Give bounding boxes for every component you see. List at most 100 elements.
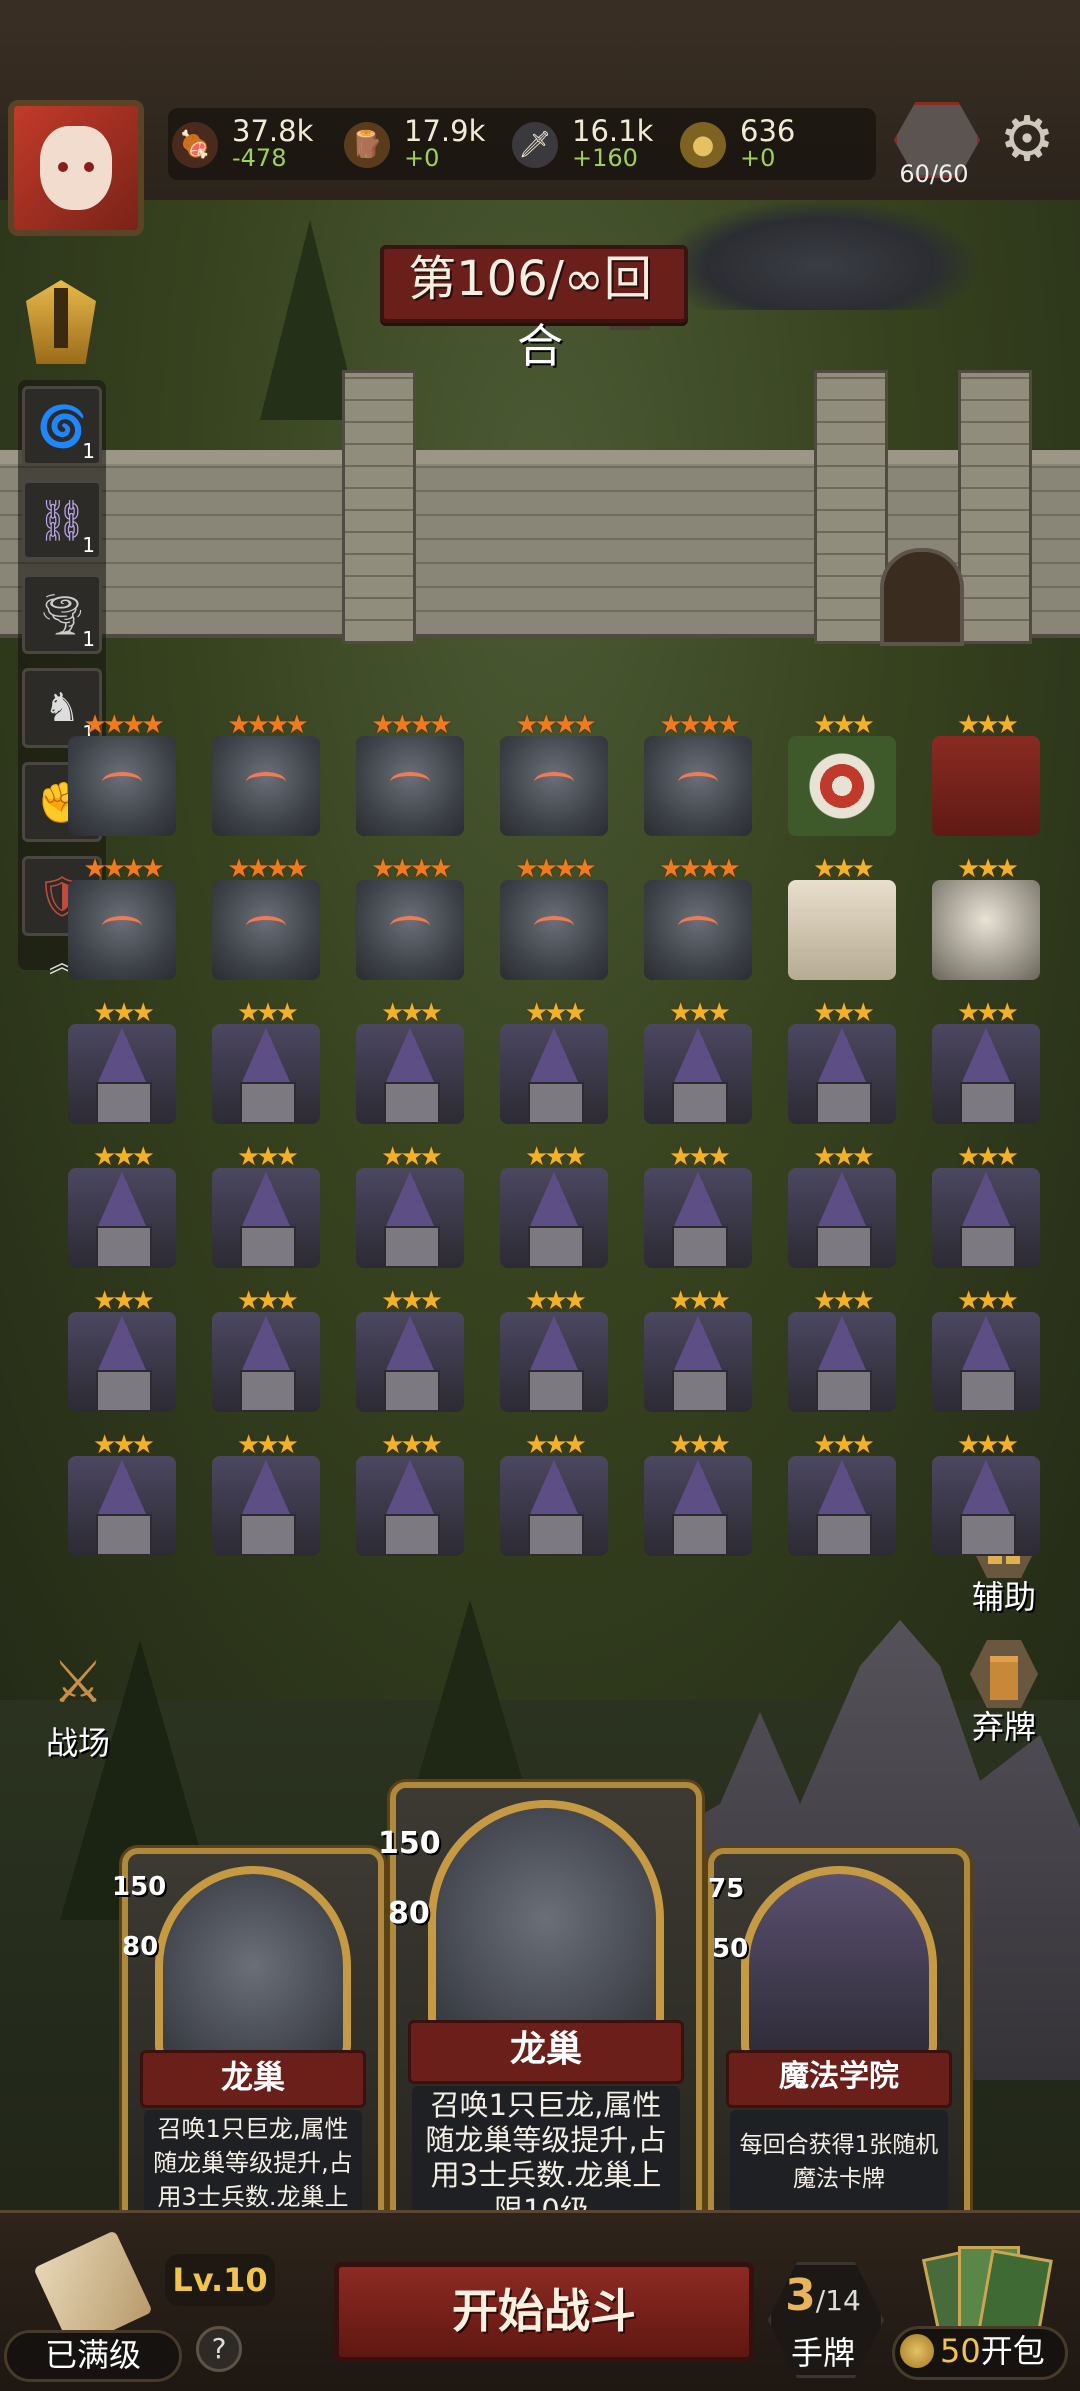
star-rating: ★★★★ <box>515 710 596 740</box>
magic-academy-icon <box>68 1168 176 1268</box>
card-title: 魔法学院 <box>726 2050 952 2108</box>
help-icon[interactable]: ? <box>196 2326 242 2372</box>
magic-academy-icon <box>932 1168 1040 1268</box>
battlefield-button[interactable]: ⚔ 战场 <box>18 1640 138 1762</box>
grid-tile-magic-academy[interactable]: ★★★ <box>918 1430 1054 1568</box>
card-magic-academy[interactable]: 魔法学院 每回合获得1张随机魔法卡牌 <box>708 1848 970 2226</box>
grid-tile-magic-academy[interactable]: ★★★ <box>630 1430 766 1568</box>
card-dragon-lair[interactable]: 龙巢 召唤1只巨龙,属性随龙巢等级提升,占用3士兵数.龙巢上限10级. <box>122 1848 384 2245</box>
max-level-button[interactable]: 已满级 <box>4 2330 182 2382</box>
grid-tile-magic-academy[interactable]: ★★★ <box>918 1286 1054 1424</box>
magic-academy-icon <box>644 1168 752 1268</box>
grid-tile-magic-academy[interactable]: ★★★ <box>54 998 190 1136</box>
castle-tower <box>342 370 416 644</box>
grid-tile-magic-academy[interactable]: ★★★ <box>198 1286 334 1424</box>
grid-tile-magic-academy[interactable]: ★★★ <box>198 1430 334 1568</box>
grid-tile-archery-range[interactable]: ★★★ <box>774 710 910 848</box>
grid-tile-magic-academy[interactable]: ★★★ <box>342 1142 478 1280</box>
star-rating: ★★★ <box>525 998 587 1028</box>
grid-tile-magic-academy[interactable]: ★★★ <box>918 1142 1054 1280</box>
grid-tile-magic-academy[interactable]: ★★★ <box>486 1430 622 1568</box>
sidebar-skill-chain[interactable]: ⛓ 1 <box>22 480 102 560</box>
grid-tile-dragon-lair[interactable]: ★★★★ <box>54 854 190 992</box>
discard-button[interactable]: 弃牌 <box>948 1640 1060 1746</box>
star-rating: ★★★★ <box>659 854 740 884</box>
hand-max: /14 <box>815 2284 861 2317</box>
star-rating: ★★★ <box>669 998 731 1028</box>
hand-counter[interactable]: 3/14 <box>768 2270 878 2321</box>
grid-tile-magic-academy[interactable]: ★★★ <box>198 1142 334 1280</box>
settings-gear-icon[interactable]: ⚙ <box>992 104 1062 174</box>
grid-tile-magic-academy[interactable]: ★★★ <box>342 1430 478 1568</box>
magic-academy-icon <box>788 1312 896 1412</box>
grid-tile-dragon-lair[interactable]: ★★★★ <box>54 710 190 848</box>
hero-skill-emblem-icon[interactable] <box>8 272 114 372</box>
player-avatar[interactable] <box>8 100 144 236</box>
star-rating: ★★★ <box>237 1430 299 1460</box>
population-text: 60/60 <box>899 160 969 188</box>
grid-tile-magic-academy[interactable]: ★★★ <box>486 1286 622 1424</box>
grid-tile-magic-academy[interactable]: ★★★ <box>918 998 1054 1136</box>
star-rating: ★★★ <box>525 1286 587 1316</box>
grid-tile-magic-academy[interactable]: ★★★ <box>774 1430 910 1568</box>
gold-delta: +0 <box>740 144 776 172</box>
round-counter-suffix: 合 <box>517 319 563 373</box>
grid-tile-dragon-lair[interactable]: ★★★★ <box>198 710 334 848</box>
battlefield-label: 战场 <box>45 1724 110 1762</box>
grid-tile-magic-academy[interactable]: ★★★ <box>342 1286 478 1424</box>
castle-gate <box>880 548 964 646</box>
dragon-lair-icon <box>644 880 752 980</box>
grid-tile-magic-academy[interactable]: ★★★ <box>342 998 478 1136</box>
hand-current: 3 <box>785 2270 816 2321</box>
open-pack-text: 开包 <box>980 2332 1045 2370</box>
magic-academy-icon <box>932 1024 1040 1124</box>
magic-academy-icon <box>500 1312 608 1412</box>
grid-tile-dragon-lair[interactable]: ★★★★ <box>486 854 622 992</box>
magic-academy-icon <box>212 1456 320 1556</box>
castle-tower <box>814 370 888 644</box>
grid-tile-magic-academy[interactable]: ★★★ <box>54 1286 190 1424</box>
grid-tile-dragon-lair[interactable]: ★★★★ <box>342 854 478 992</box>
grid-tile-dragon-lair[interactable]: ★★★★ <box>342 710 478 848</box>
start-battle-button[interactable]: 开始战斗 <box>334 2262 754 2362</box>
dragon-lair-icon <box>68 880 176 980</box>
card-pack-icon[interactable] <box>921 2246 1053 2343</box>
grid-tile-magic-academy[interactable]: ★★★ <box>630 1142 766 1280</box>
star-rating: ★★★ <box>381 998 443 1028</box>
grid-tile-magic-academy[interactable]: ★★★ <box>774 1142 910 1280</box>
skill-count: 1 <box>82 627 95 651</box>
star-rating: ★★★ <box>93 1430 155 1460</box>
star-rating: ★★★ <box>237 1142 299 1172</box>
skill-count: 1 <box>82 439 95 463</box>
grid-tile-dragon-lair[interactable]: ★★★★ <box>630 854 766 992</box>
grid-tile-magic-academy[interactable]: ★★★ <box>54 1142 190 1280</box>
grid-tile-dragon-lair[interactable]: ★★★★ <box>486 710 622 848</box>
dragon-silhouette-decor <box>660 200 980 310</box>
grid-tile-medical-tent[interactable]: ★★★ <box>774 854 910 992</box>
grid-tile-dragon-lair[interactable]: ★★★★ <box>198 854 334 992</box>
magic-academy-icon <box>68 1024 176 1124</box>
grid-tile-magic-academy[interactable]: ★★★ <box>486 1142 622 1280</box>
grid-tile-magic-academy[interactable]: ★★★ <box>774 1286 910 1424</box>
grid-tile-magic-academy[interactable]: ★★★ <box>774 998 910 1136</box>
sidebar-skill-tornado[interactable]: 🌪 1 <box>22 574 102 654</box>
trash-can-icon <box>970 1640 1038 1708</box>
grid-tile-bull-skull-totem[interactable]: ★★★ <box>918 854 1054 992</box>
grid-tile-magic-academy[interactable]: ★★★ <box>198 998 334 1136</box>
grid-tile-dragon-lair[interactable]: ★★★★ <box>630 710 766 848</box>
sidebar-skill-vortex[interactable]: 🌀 1 <box>22 386 102 466</box>
grid-tile-magic-academy[interactable]: ★★★ <box>630 998 766 1136</box>
population-counter[interactable]: 60/60 <box>888 102 980 190</box>
grid-tile-war-banner[interactable]: ★★★ <box>918 710 1054 848</box>
iron-value: 16.1k <box>572 114 654 148</box>
wood-delta: +0 <box>404 144 440 172</box>
magic-academy-icon <box>788 1024 896 1124</box>
grid-tile-magic-academy[interactable]: ★★★ <box>54 1430 190 1568</box>
dragon-lair-icon <box>644 736 752 836</box>
star-rating: ★★★ <box>525 1430 587 1460</box>
star-rating: ★★★★ <box>371 710 452 740</box>
star-rating: ★★★ <box>381 1430 443 1460</box>
grid-tile-magic-academy[interactable]: ★★★ <box>630 1286 766 1424</box>
grid-tile-magic-academy[interactable]: ★★★ <box>486 998 622 1136</box>
card-wood-cost: 80 <box>122 1932 159 1962</box>
